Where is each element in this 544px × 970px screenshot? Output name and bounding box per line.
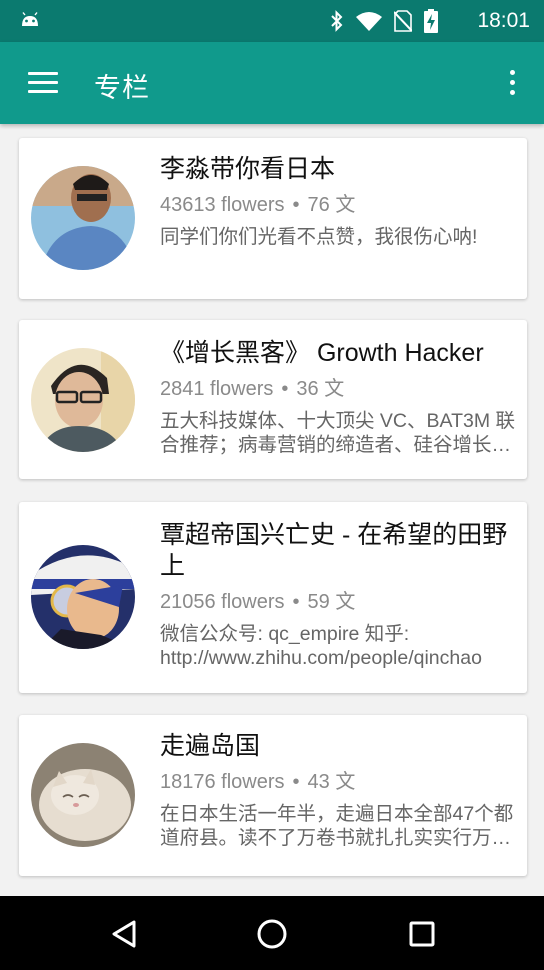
column-title: 《增长黑客》 Growth Hacker <box>160 339 484 367</box>
follower-count: 18176 flowers <box>160 771 285 793</box>
column-title: 走遍岛国 <box>160 732 261 760</box>
battery-charging-icon <box>424 9 438 33</box>
recents-icon[interactable] <box>402 914 442 954</box>
post-count: 76 文 <box>307 194 356 216</box>
navigation-bar <box>0 896 544 970</box>
page-title: 专栏 <box>94 73 150 104</box>
clock: 18:01 <box>477 9 530 32</box>
post-count: 43 文 <box>307 771 356 793</box>
column-description: 在日本生活一年半，走遍日本全部47个都道府县。读不了万卷书就扎扎实实行万里路 <box>160 803 514 849</box>
android-icon <box>22 12 38 26</box>
back-icon[interactable] <box>104 914 144 954</box>
meta-separator: • <box>292 771 300 793</box>
bluetooth-icon <box>331 10 343 32</box>
column-description: 微信公众号: qc_empire 知乎: http://www.zhihu.co… <box>160 623 482 669</box>
column-description: 五大科技媒体、十大顶尖 VC、BAT3M 联合推荐；病毒营销的缔造者、硅谷增长黑… <box>160 410 515 456</box>
column-title: 李淼带你看日本 <box>160 155 336 183</box>
meta-separator: • <box>292 194 300 216</box>
status-bar: 18:01 <box>0 0 544 42</box>
follower-count: 43613 flowers <box>160 194 285 216</box>
column-meta: 43613 flowers • 76 文 <box>160 193 515 217</box>
app-bar: 专栏 <box>0 42 544 124</box>
post-count: 59 文 <box>307 591 356 613</box>
column-card[interactable]: 走遍岛国 18176 flowers • 43 文 在日本生活一年半，走遍日本全部4… <box>19 715 527 876</box>
column-description: 同学们你们光看不点赞，我很伤心呐! <box>160 226 478 248</box>
follower-count: 21056 flowers <box>160 591 285 613</box>
home-icon[interactable] <box>252 914 292 954</box>
more-vert-icon[interactable] <box>502 68 522 98</box>
follower-count: 2841 flowers <box>160 378 274 400</box>
column-meta: 18176 flowers • 43 文 <box>160 770 515 794</box>
meta-separator: • <box>281 378 289 400</box>
column-meta: 21056 flowers • 59 文 <box>160 590 515 614</box>
wifi-icon <box>356 12 382 31</box>
column-card[interactable]: 《增长黑客》 Growth Hacker 2841 flowers • 36 文 五… <box>19 320 527 479</box>
avatar <box>31 348 135 452</box>
hamburger-menu-icon[interactable] <box>28 69 60 97</box>
avatar <box>31 743 135 847</box>
post-count: 36 文 <box>296 378 345 400</box>
avatar <box>31 545 135 649</box>
no-sim-icon <box>394 10 412 32</box>
column-meta: 2841 flowers • 36 文 <box>160 377 515 401</box>
avatar <box>31 166 135 270</box>
column-card[interactable]: 李淼带你看日本 43613 flowers • 76 文 同学们你们光看不点赞，我很… <box>19 138 527 299</box>
column-card[interactable]: 覃超帝国兴亡史 - 在希望的田野上 21056 flowers • 59 文 微信公… <box>19 502 527 693</box>
meta-separator: • <box>292 591 300 613</box>
column-title: 覃超帝国兴亡史 - 在希望的田野上 <box>160 521 508 580</box>
